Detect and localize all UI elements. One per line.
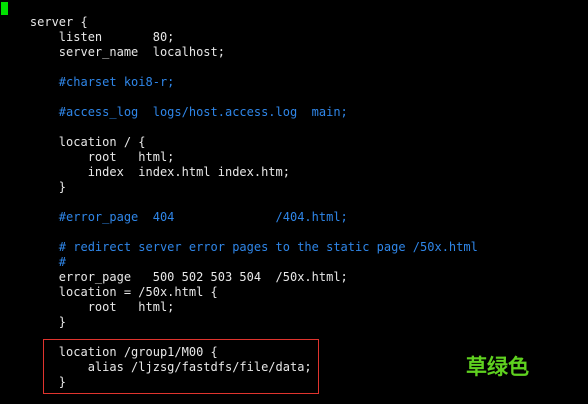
terminal-window[interactable]: server { listen 80; server_name localhos…: [0, 0, 588, 404]
code-line: }: [1, 180, 67, 194]
comment-line: #error_page 404 /404.html;: [1, 210, 348, 224]
code-line: index index.html index.htm;: [1, 165, 290, 179]
comment-line: # redirect server error pages to the sta…: [1, 240, 478, 254]
text-cursor: [1, 2, 8, 15]
code-line: error_page 500 502 503 504 /50x.html;: [1, 270, 348, 284]
comment-line: #access_log logs/host.access.log main;: [1, 105, 348, 119]
comment-line: #: [1, 255, 67, 269]
code-line: root html;: [1, 300, 175, 314]
annotation-label: 草绿色: [466, 355, 529, 379]
code-line: server_name localhost;: [1, 45, 225, 59]
code-line: location / {: [1, 135, 146, 149]
code-line: root html;: [1, 150, 175, 164]
highlight-box: [43, 339, 319, 394]
code-line: listen 80;: [1, 30, 175, 44]
code-line: location = /50x.html {: [1, 285, 218, 299]
code-line: server {: [1, 15, 88, 29]
comment-line: #charset koi8-r;: [1, 75, 175, 89]
code-line: }: [1, 315, 67, 329]
